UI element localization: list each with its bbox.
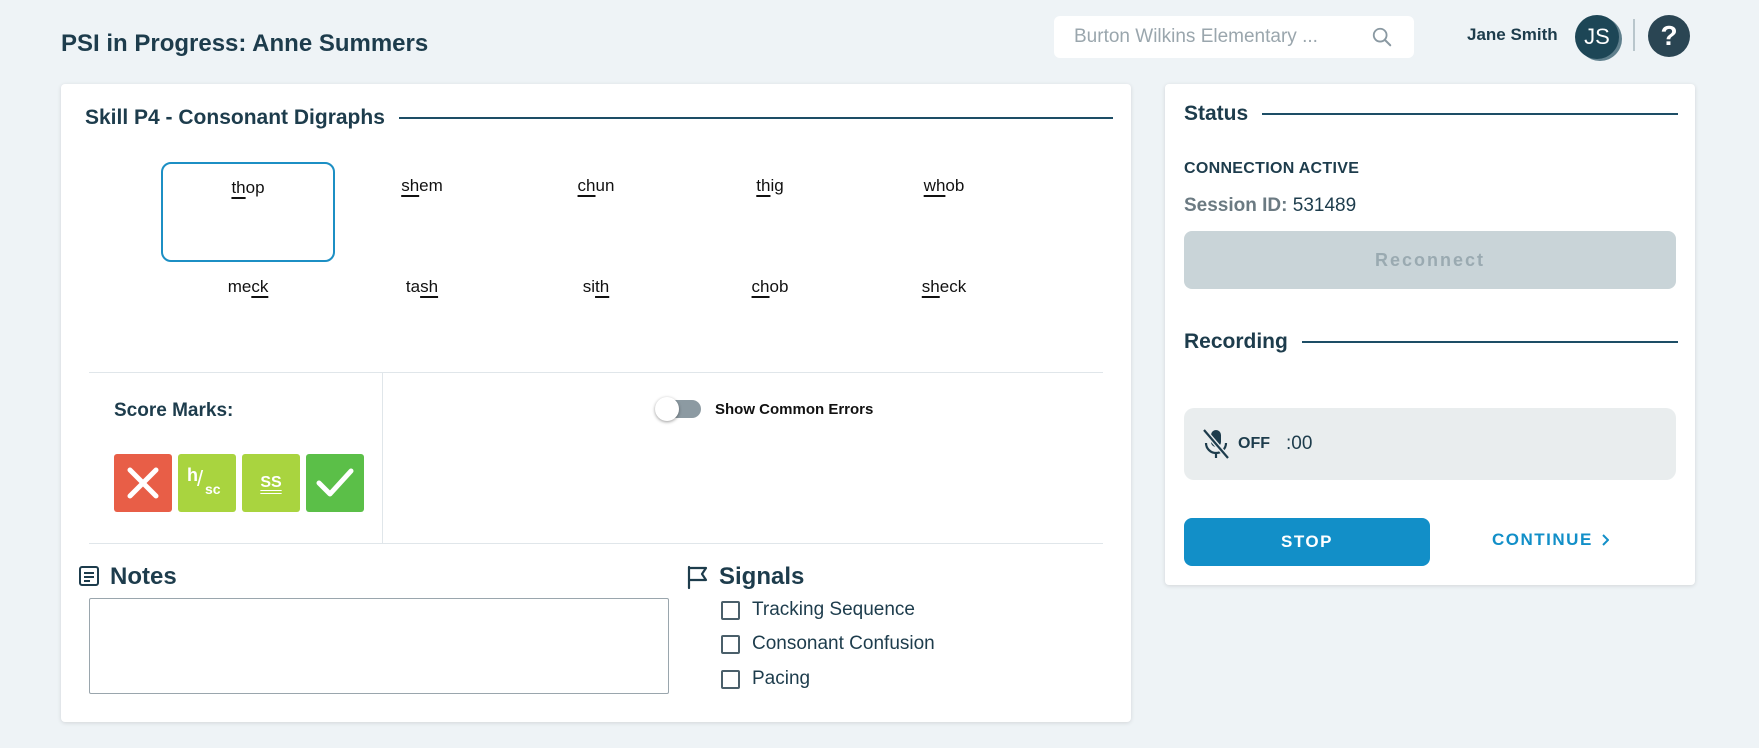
check-icon xyxy=(316,468,354,497)
x-icon xyxy=(127,467,159,499)
session-id-value: 531489 xyxy=(1292,195,1357,216)
continue-button[interactable]: CONTINUE xyxy=(1492,530,1609,550)
word-text: whob xyxy=(923,176,965,195)
recording-time: :00 xyxy=(1286,433,1313,454)
word-text: tash xyxy=(405,277,439,296)
word-cell[interactable]: thig xyxy=(683,162,857,262)
skill-title: Skill P4 - Consonant Digraphs xyxy=(85,106,385,129)
word-text: sheck xyxy=(921,277,967,296)
checkbox[interactable] xyxy=(721,600,740,620)
signal-tracking-sequence[interactable]: Tracking Sequence xyxy=(721,599,915,621)
score-incorrect-button[interactable] xyxy=(114,454,172,512)
status-panel: Status CONNECTION ACTIVE Session ID: 531… xyxy=(1165,84,1695,585)
help-button[interactable]: ? xyxy=(1648,15,1690,57)
word-text: sith xyxy=(582,277,610,296)
status-header: Status xyxy=(1184,102,1678,126)
signal-consonant-confusion[interactable]: Consonant Confusion xyxy=(721,633,935,655)
word-grid: thop shem chun thig whob meck tash sith chob shec… xyxy=(161,162,1031,372)
signal-label: Pacing xyxy=(752,668,811,689)
recording-title: Recording xyxy=(1184,330,1288,353)
common-errors-label: Show Common Errors xyxy=(715,400,874,418)
word-text: shem xyxy=(401,176,443,195)
word-text: chun xyxy=(577,176,615,195)
mic-off-icon[interactable] xyxy=(1200,427,1232,461)
word-text: thop xyxy=(231,178,265,197)
signal-label: Consonant Confusion xyxy=(752,633,935,654)
assessment-panel: Skill P4 - Consonant Digraphs thop shem ch… xyxy=(61,84,1131,722)
header-rule xyxy=(398,117,1113,119)
notes-icon xyxy=(79,566,99,586)
common-errors-toggle[interactable] xyxy=(655,397,701,421)
status-title: Status xyxy=(1184,102,1249,125)
score-hsc-button[interactable]: h / sc xyxy=(178,454,236,512)
ss-label: SS xyxy=(260,474,282,491)
signal-pacing[interactable]: Pacing xyxy=(721,668,810,690)
notes-header: Notes xyxy=(78,563,177,591)
flag-icon xyxy=(687,565,708,590)
word-text: chob xyxy=(751,277,789,296)
section-divider xyxy=(382,372,383,543)
section-divider xyxy=(89,543,1103,544)
recording-header: Recording xyxy=(1184,330,1678,354)
word-cell[interactable]: chob xyxy=(683,263,857,363)
word-text: thig xyxy=(756,176,784,195)
notes-title: Notes xyxy=(110,563,177,590)
word-text: meck xyxy=(227,277,269,296)
score-marks-label: Score Marks: xyxy=(114,400,234,421)
school-search[interactable] xyxy=(1054,16,1414,58)
word-cell[interactable]: chun xyxy=(509,162,683,262)
hsc-label: h / sc xyxy=(187,465,221,497)
word-cell[interactable]: tash xyxy=(335,263,509,363)
stop-button[interactable]: STOP xyxy=(1184,518,1430,566)
notes-textarea[interactable] xyxy=(89,598,669,694)
section-divider xyxy=(89,372,1103,373)
user-name: Jane Smith xyxy=(1467,25,1558,44)
word-cell[interactable]: shem xyxy=(335,162,509,262)
skill-header: Skill P4 - Consonant Digraphs xyxy=(85,106,1113,130)
toggle-knob xyxy=(655,397,679,421)
avatar[interactable]: JS xyxy=(1575,15,1619,59)
word-cell[interactable]: thop xyxy=(161,162,335,262)
connection-status: CONNECTION ACTIVE xyxy=(1184,160,1360,177)
signals-title: Signals xyxy=(719,563,805,590)
continue-label: CONTINUE xyxy=(1492,530,1593,549)
recording-status-bar: OFF :00 xyxy=(1184,408,1676,480)
reconnect-button[interactable]: Reconnect xyxy=(1184,231,1676,289)
checkbox[interactable] xyxy=(721,634,740,654)
chevron-right-icon xyxy=(1602,534,1609,546)
word-cell[interactable]: sith xyxy=(509,263,683,363)
header-rule xyxy=(1262,113,1678,115)
score-correct-button[interactable] xyxy=(306,454,364,512)
checkbox[interactable] xyxy=(721,669,740,689)
word-cell[interactable]: whob xyxy=(857,162,1031,262)
header-rule xyxy=(1301,341,1678,343)
score-ss-button[interactable]: SS xyxy=(242,454,300,512)
page-title: PSI in Progress: Anne Summers xyxy=(61,30,429,57)
signal-label: Tracking Sequence xyxy=(752,599,916,620)
common-errors-toggle-row: Show Common Errors xyxy=(655,397,874,421)
signals-header: Signals xyxy=(685,563,804,591)
search-icon[interactable] xyxy=(1370,25,1394,49)
header-divider xyxy=(1633,19,1635,51)
recording-state: OFF xyxy=(1238,435,1270,452)
session-id-row: Session ID: 531489 xyxy=(1184,195,1356,217)
search-input[interactable] xyxy=(1074,26,1370,48)
word-cell[interactable]: meck xyxy=(161,263,335,363)
word-cell[interactable]: sheck xyxy=(857,263,1031,363)
session-id-label: Session ID: xyxy=(1184,195,1288,216)
